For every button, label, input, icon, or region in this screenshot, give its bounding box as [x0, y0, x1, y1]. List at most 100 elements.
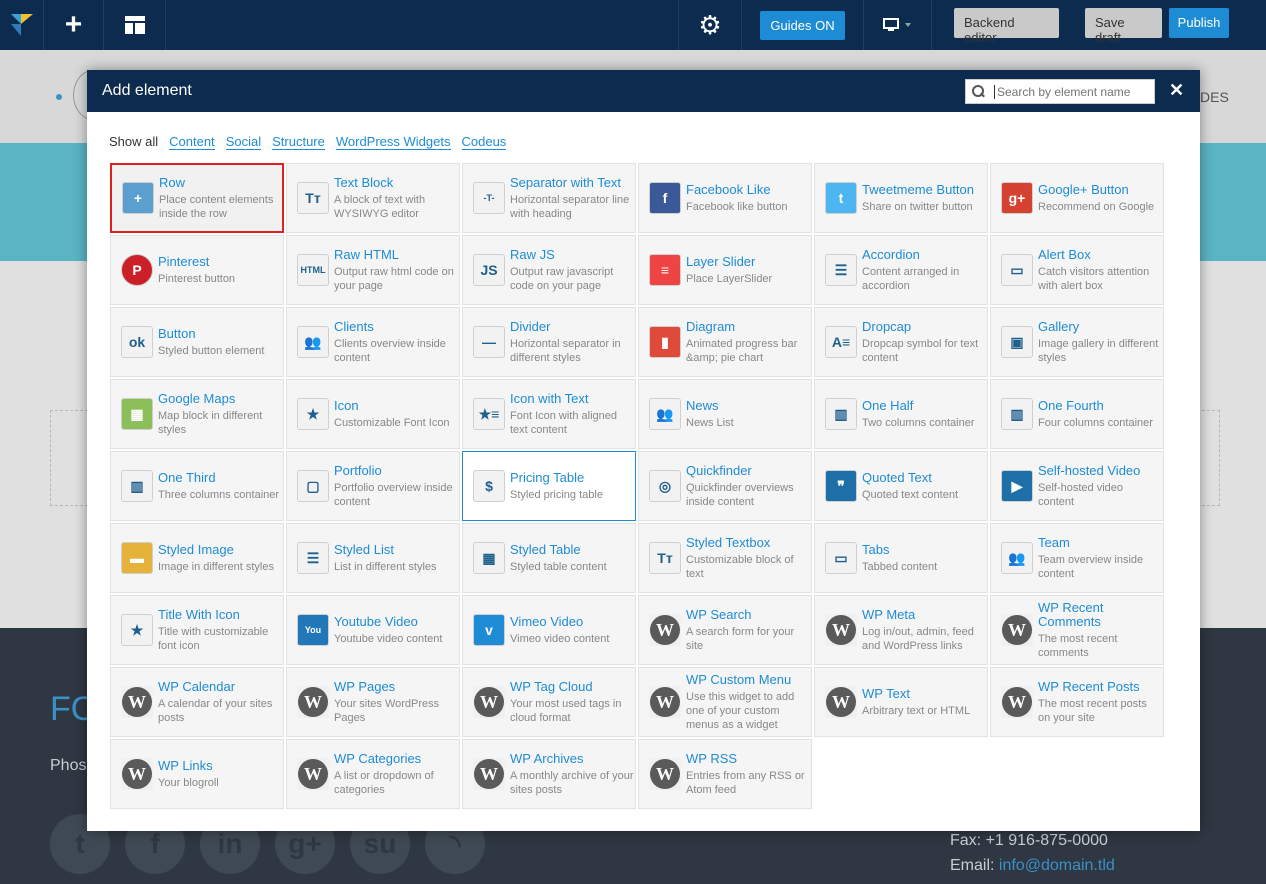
element-card-text: WP Recent Comments The most recent commen…: [1038, 600, 1162, 660]
element-card-text: Pricing Table Styled pricing table: [510, 470, 634, 502]
element-card-self-hosted-video[interactable]: ▶ Self-hosted Video Self-hosted video cont…: [990, 451, 1164, 521]
element-card-text: WP Links Your blogroll: [158, 757, 282, 790]
element-card-text: Self-hosted Video Self-hosted video conte…: [1038, 463, 1162, 509]
element-card-wp-categories[interactable]: W WP Categories A list or dropdown of cate…: [286, 739, 460, 809]
element-card-text: Button Styled button element: [158, 326, 282, 358]
element-card-facebook-like[interactable]: f Facebook Like Facebook like button: [638, 163, 812, 233]
element-card-title: Alert Box: [1038, 246, 1091, 262]
device-preview-dropdown[interactable]: [864, 0, 932, 50]
element-card-quoted-text[interactable]: ❞ Quoted Text Quoted text content: [814, 451, 988, 521]
element-card-tabs[interactable]: ▭ Tabs Tabbed content: [814, 523, 988, 593]
element-card-wp-links[interactable]: W WP Links Your blogroll: [110, 739, 284, 809]
element-card-pinterest[interactable]: P Pinterest Pinterest button: [110, 235, 284, 305]
publish-button[interactable]: Publish: [1169, 8, 1229, 38]
close-modal-button[interactable]: ✕: [1169, 80, 1184, 101]
element-card-one-third[interactable]: ▥ One Third Three columns container: [110, 451, 284, 521]
clients-icon: 👥: [297, 326, 329, 358]
element-card-wp-recent-posts[interactable]: W WP Recent Posts The most recent posts on…: [990, 667, 1164, 737]
element-card-wp-tag-cloud[interactable]: W WP Tag Cloud Your most used tags in clou…: [462, 667, 636, 737]
element-card-text: Diagram Animated progress bar &amp; pie c…: [686, 319, 810, 365]
element-card-description: Your blogroll: [158, 776, 219, 789]
divider-icon: —: [473, 326, 505, 358]
element-card-text: One Third Three columns container: [158, 470, 282, 502]
element-card-wp-pages[interactable]: W WP Pages Your sites WordPress Pages: [286, 667, 460, 737]
element-card-news[interactable]: 👥 News News List: [638, 379, 812, 449]
element-card-diagram[interactable]: ▮ Diagram Animated progress bar &amp; pie …: [638, 307, 812, 377]
element-card-wp-search[interactable]: W WP Search A search form for your site: [638, 595, 812, 665]
gallery-icon: ▣: [1001, 326, 1033, 358]
element-card-button[interactable]: ok Button Styled button element: [110, 307, 284, 377]
element-card-wp-text[interactable]: W WP Text Arbitrary text or HTML: [814, 667, 988, 737]
element-card-wp-rss[interactable]: W WP RSS Entries from any RSS or Atom feed: [638, 739, 812, 809]
element-card-icon-with-text[interactable]: ★≡ Icon with Text Font Icon with aligned t…: [462, 379, 636, 449]
element-card-raw-html[interactable]: HTML Raw HTML Output raw html code on your…: [286, 235, 460, 305]
filter-structure[interactable]: Structure: [272, 134, 325, 150]
element-card-pricing-table[interactable]: $ Pricing Table Styled pricing table: [462, 451, 636, 521]
element-card-dropcap[interactable]: A≡ Dropcap Dropcap symbol for text content: [814, 307, 988, 377]
vc-logo-icon[interactable]: [0, 0, 44, 50]
element-card-title: Quoted Text: [862, 469, 932, 485]
element-card-text: WP Text Arbitrary text or HTML: [862, 686, 986, 718]
footer-email-link[interactable]: info@domain.tld: [999, 857, 1115, 874]
element-card-google-button[interactable]: g+ Google+ Button Recommend on Google: [990, 163, 1164, 233]
filter-show-all[interactable]: Show all: [109, 134, 158, 150]
templates-button[interactable]: [104, 0, 166, 50]
element-card-description: Three columns container: [158, 488, 280, 501]
filter-social[interactable]: Social: [225, 134, 262, 150]
element-card-tweetmeme-button[interactable]: t Tweetmeme Button Share on twitter button: [814, 163, 988, 233]
element-card-alert-box[interactable]: ▭ Alert Box Catch visitors attention with …: [990, 235, 1164, 305]
element-card-one-fourth[interactable]: ▥ One Fourth Four columns container: [990, 379, 1164, 449]
element-card-team[interactable]: 👥 Team Team overview inside content: [990, 523, 1164, 593]
monitor-icon: [882, 18, 911, 31]
guides-toggle-button[interactable]: Guides ON: [760, 10, 845, 40]
element-card-styled-list[interactable]: ☰ Styled List List in different styles: [286, 523, 460, 593]
filter-content[interactable]: Content: [169, 134, 215, 150]
element-card-gallery[interactable]: ▣ Gallery Image gallery in different style…: [990, 307, 1164, 377]
backend-editor-button[interactable]: Backend editor: [954, 8, 1059, 45]
element-card-row[interactable]: + Row Place content elements inside the ro…: [110, 163, 284, 233]
dropcap-icon: A≡: [825, 326, 857, 358]
element-card-title: Team: [1038, 534, 1070, 550]
element-card-title: Google Maps: [158, 390, 236, 406]
filter-codeus[interactable]: Codeus: [461, 134, 507, 150]
element-card-layer-slider[interactable]: ≡ Layer Slider Place LayerSlider: [638, 235, 812, 305]
element-card-youtube-video[interactable]: You Youtube Video Youtube video content: [286, 595, 460, 665]
element-card-raw-js[interactable]: JS Raw JS Output raw javascript code on yo…: [462, 235, 636, 305]
element-card-title: WP Links: [158, 757, 213, 773]
element-card-clients[interactable]: 👥 Clients Clients overview inside content: [286, 307, 460, 377]
one-third-icon: ▥: [121, 470, 153, 502]
wordpress-icon: W: [121, 686, 153, 718]
element-card-google-maps[interactable]: ▦ Google Maps Map block in different style…: [110, 379, 284, 449]
element-card-title: News: [686, 397, 719, 413]
element-card-separator-with-text[interactable]: -T- Separator with Text Horizontal separat…: [462, 163, 636, 233]
element-card-text: Google Maps Map block in different styles: [158, 390, 282, 437]
element-card-wp-recent-comments[interactable]: W WP Recent Comments The most recent comme…: [990, 595, 1164, 665]
save-draft-button[interactable]: Save draft: [1085, 8, 1162, 45]
filter-wordpress-widgets[interactable]: WordPress Widgets: [335, 134, 451, 150]
element-card-wp-calendar[interactable]: W WP Calendar A calendar of your sites pos…: [110, 667, 284, 737]
element-card-wp-custom-menu[interactable]: W WP Custom Menu Use this widget to add on…: [638, 667, 812, 737]
element-card-styled-table[interactable]: ▦ Styled Table Styled table content: [462, 523, 636, 593]
pricing-table-icon: $: [473, 470, 505, 502]
element-card-divider[interactable]: — Divider Horizontal separator in differen…: [462, 307, 636, 377]
element-card-text-block[interactable]: Tт Text Block A block of text with WYSIWYG…: [286, 163, 460, 233]
add-element-button[interactable]: +: [44, 0, 104, 50]
element-card-accordion[interactable]: ☰ Accordion Content arranged in accordion: [814, 235, 988, 305]
element-card-styled-image[interactable]: ▬ Styled Image Image in different styles: [110, 523, 284, 593]
element-card-description: Title with customizable font icon: [158, 625, 269, 652]
element-card-quickfinder[interactable]: ◎ Quickfinder Quickfinder overviews inside…: [638, 451, 812, 521]
element-card-title-with-icon[interactable]: ★ Title With Icon Title with customizable …: [110, 595, 284, 665]
element-card-styled-textbox[interactable]: Tт Styled Textbox Customizable block of te…: [638, 523, 812, 593]
raw-html-icon: HTML: [297, 254, 329, 286]
element-card-portfolio[interactable]: ▢ Portfolio Portfolio overview inside cont…: [286, 451, 460, 521]
element-card-title: Styled Table: [510, 541, 581, 557]
element-card-wp-meta[interactable]: W WP Meta Log in/out, admin, feed and Word…: [814, 595, 988, 665]
element-card-title: Layer Slider: [686, 253, 756, 269]
element-card-icon[interactable]: ★ Icon Customizable Font Icon: [286, 379, 460, 449]
element-card-vimeo-video[interactable]: v Vimeo Video Vimeo video content: [462, 595, 636, 665]
element-card-one-half[interactable]: ▥ One Half Two columns container: [814, 379, 988, 449]
element-card-text: Row Place content elements inside the row: [159, 175, 282, 221]
element-card-wp-archives[interactable]: W WP Archives A monthly archive of your si…: [462, 739, 636, 809]
settings-gear-icon[interactable]: ⚙: [678, 0, 742, 50]
element-search-input[interactable]: [994, 84, 1149, 99]
